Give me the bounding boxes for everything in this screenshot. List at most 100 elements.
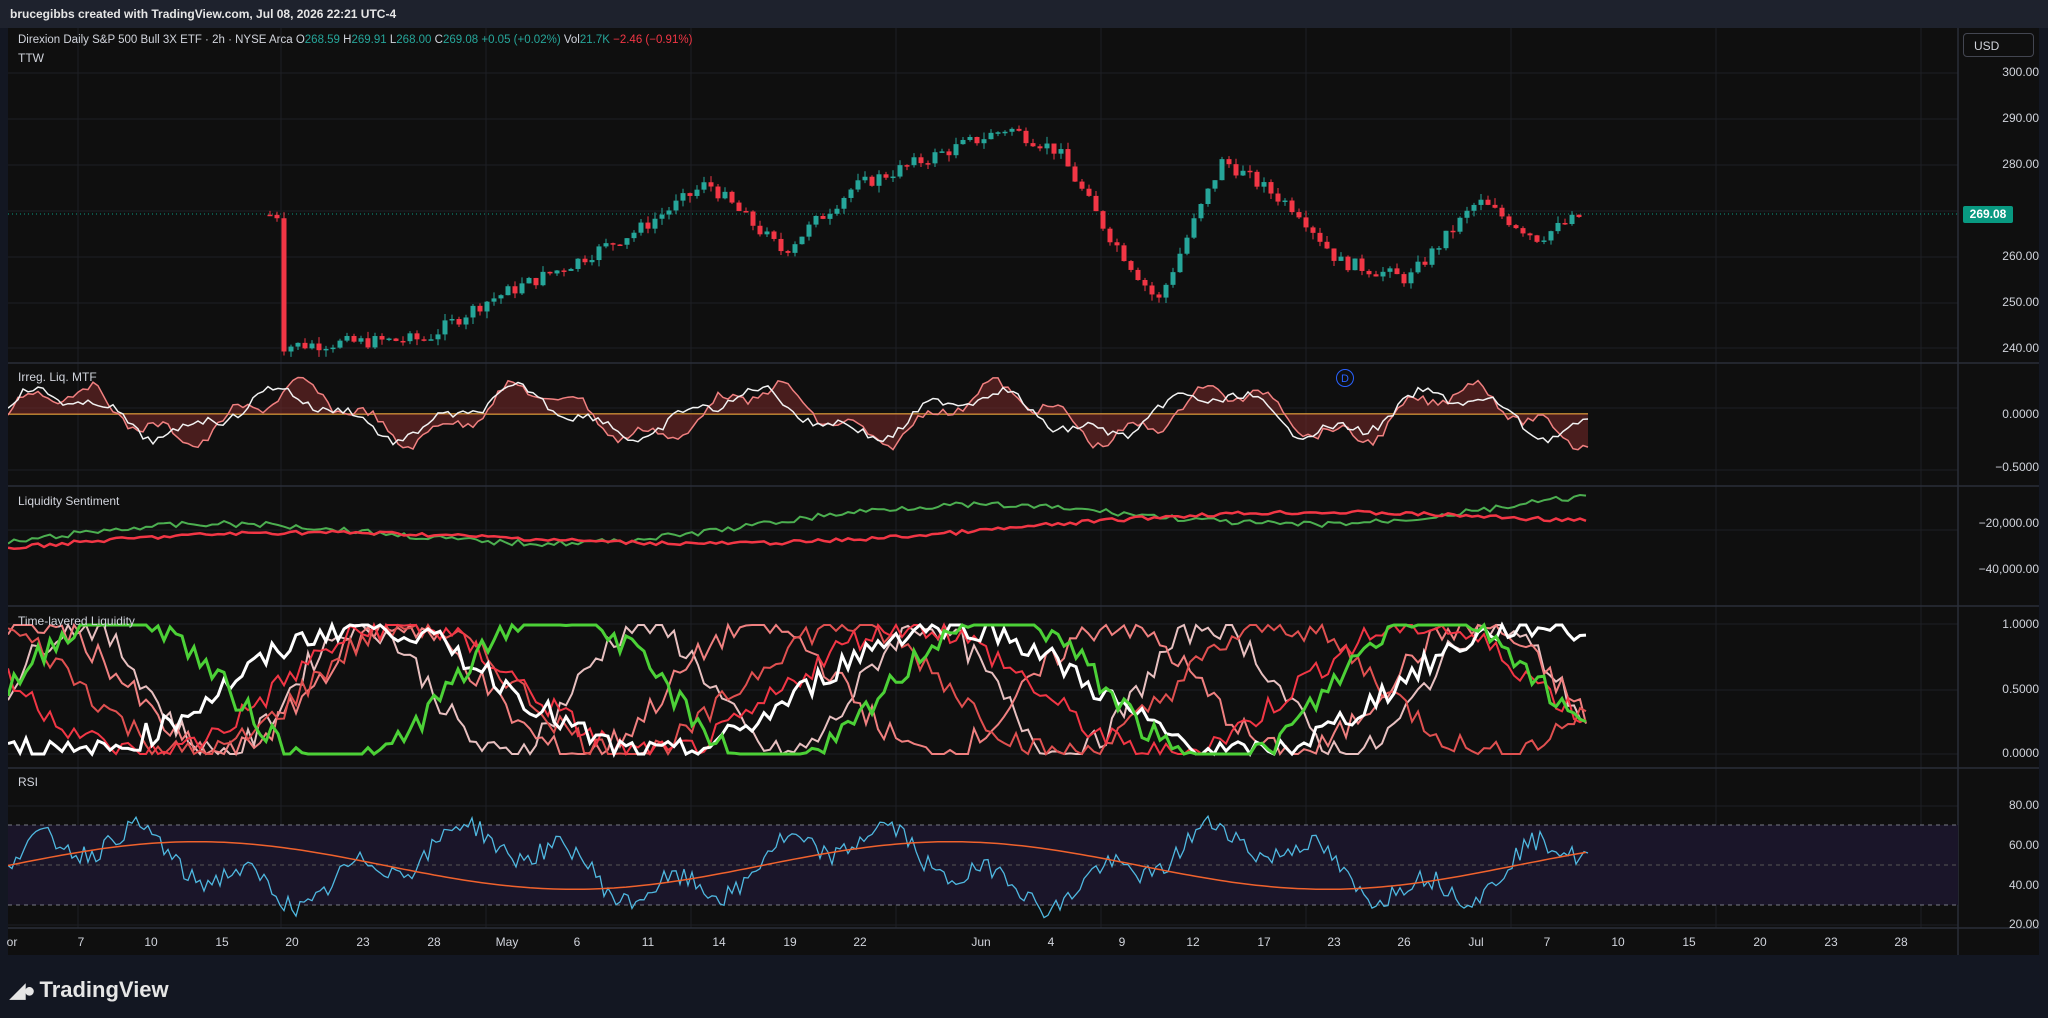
candle-body <box>281 218 287 352</box>
candle-body <box>659 214 665 219</box>
tradingview-brand: TradingView <box>39 977 169 1002</box>
candle-body <box>736 202 742 212</box>
chart-canvas[interactable] <box>8 28 2039 955</box>
candle-body <box>1205 188 1211 205</box>
vol-change-value: −2.46 (−0.91%) <box>613 34 693 46</box>
time-axis-label: 14 <box>712 935 726 949</box>
time-axis-label: 11 <box>641 935 655 949</box>
candle-body <box>351 335 357 342</box>
candle-body <box>1100 211 1106 229</box>
candle-body <box>750 211 756 226</box>
candle-body <box>1408 272 1414 284</box>
candle-body <box>1485 199 1491 205</box>
candle-body <box>1044 143 1050 149</box>
candle-body <box>603 243 609 247</box>
candle-body <box>554 270 560 274</box>
candle-body <box>820 215 826 219</box>
candle-body <box>414 333 420 340</box>
candle-body <box>939 151 945 153</box>
candle-body <box>701 182 707 190</box>
candle-body <box>1394 268 1400 275</box>
symbol-legend[interactable]: Direxion Daily S&P 500 Bull 3X ETF · 2h … <box>18 34 692 46</box>
candle-body <box>897 165 903 177</box>
candle-body <box>729 191 735 203</box>
candle-body <box>1219 159 1225 181</box>
sentiment-axis-tick: −20,000.00 <box>1978 516 2039 530</box>
open-value: 268.59 <box>304 34 340 46</box>
candle-body <box>925 163 931 165</box>
candle-body <box>400 340 406 343</box>
time-layered-axis-tick: 1.0000 <box>2002 617 2039 631</box>
candle-body <box>491 298 497 302</box>
price-axis-tick: 250.00 <box>2002 295 2039 309</box>
attribution-text: brucegibbs created with TradingView.com,… <box>10 7 397 21</box>
candle-body <box>330 347 336 350</box>
time-layered-title[interactable]: Time-layered Liquidity <box>18 614 135 628</box>
time-axis-label: 20 <box>285 935 299 949</box>
candle-body <box>1576 214 1582 218</box>
last-price-tag: 269.08 <box>1963 206 2013 223</box>
candle-body <box>1513 225 1519 229</box>
candle-body <box>1548 231 1554 241</box>
candle-body <box>1275 193 1281 202</box>
candle-body <box>1457 217 1463 232</box>
candle-body <box>1464 210 1470 218</box>
candle-body <box>582 258 588 263</box>
price-axis-tick: 260.00 <box>2002 249 2039 263</box>
candle-body <box>456 318 462 325</box>
candle-body <box>1289 200 1295 213</box>
candle-body <box>1338 256 1344 261</box>
candle-body <box>981 139 987 144</box>
irreg-axis-tick: −0.5000 <box>1995 460 2039 474</box>
candle-body <box>848 189 854 198</box>
candle-body <box>1107 228 1113 243</box>
time-axis-label: 28 <box>1894 935 1908 949</box>
liquidity-sentiment-title[interactable]: Liquidity Sentiment <box>18 494 119 508</box>
candle-body <box>288 346 294 352</box>
candle-body <box>1254 171 1260 187</box>
time-axis-label: 10 <box>1611 935 1625 949</box>
candle-body <box>652 218 658 229</box>
tradingview-logo[interactable]: ◢● TradingView <box>10 977 169 1003</box>
candle-body <box>1415 261 1421 273</box>
rsi-axis-tick: 20.00 <box>2008 917 2039 931</box>
candle-body <box>1016 128 1022 131</box>
candle-body <box>638 222 644 233</box>
candle-body <box>827 213 833 219</box>
symbol-name[interactable]: Direxion Daily S&P 500 Bull 3X ETF · 2h … <box>18 34 293 46</box>
time-axis-label: Jun <box>971 935 991 949</box>
candle-body <box>869 176 875 186</box>
low-value: 268.00 <box>396 34 432 46</box>
time-axis-label: 23 <box>1327 935 1341 949</box>
candle-body <box>295 342 301 347</box>
candle-body <box>890 176 896 179</box>
candle-body <box>1345 256 1351 271</box>
candle-body <box>1093 195 1099 212</box>
candle-body <box>1541 240 1547 242</box>
irreg-liq-title[interactable]: Irreg. Liq. MTF <box>18 370 97 384</box>
candle-body <box>274 214 280 219</box>
rsi-title[interactable]: RSI <box>18 775 38 789</box>
candle-body <box>1261 182 1267 187</box>
indicator-ttw-label[interactable]: TTW <box>18 51 44 65</box>
dividend-marker-icon[interactable]: D <box>1336 369 1354 387</box>
time-axis-label: 9 <box>1118 935 1126 949</box>
rsi-axis-tick: 80.00 <box>2008 798 2039 812</box>
time-axis-label: 7 <box>77 935 85 949</box>
candle-body <box>1506 216 1512 226</box>
candle-body <box>1527 233 1533 236</box>
chart-area[interactable]: Direxion Daily S&P 500 Bull 3X ETF · 2h … <box>6 28 2039 955</box>
candle-body <box>1534 235 1540 242</box>
grid <box>8 28 1958 928</box>
candle-body <box>1079 181 1085 189</box>
candle-body <box>1366 270 1372 275</box>
time-axis-label: 15 <box>215 935 229 949</box>
candle-body <box>1471 204 1477 211</box>
candle-body <box>1247 170 1253 173</box>
candle-body <box>547 271 553 274</box>
currency-button[interactable]: USD <box>1963 33 2034 57</box>
candle-body <box>687 193 693 196</box>
time-axis-label: or <box>6 935 18 949</box>
candle-body <box>519 283 525 294</box>
time-axis-label: 15 <box>1682 935 1696 949</box>
